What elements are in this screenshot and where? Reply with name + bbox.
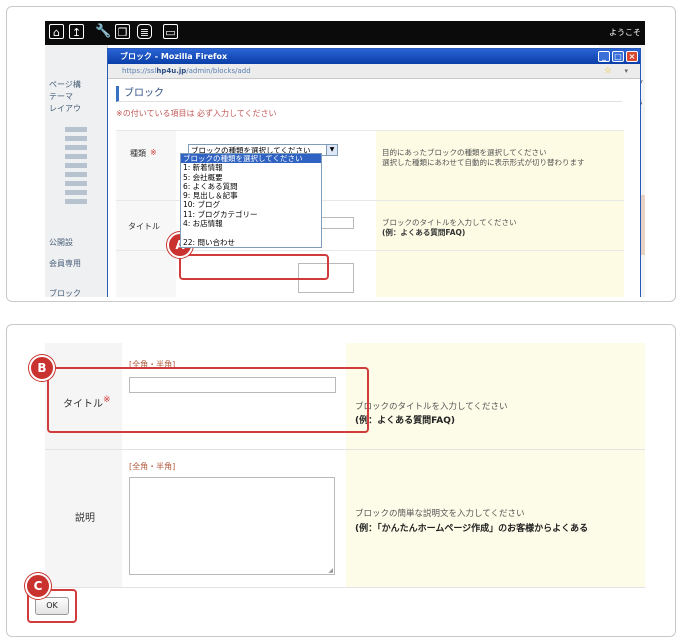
left-nav-item[interactable]: ページ構: [49, 79, 81, 90]
url-prefix: https://ssl: [122, 67, 157, 75]
kind-dropdown-list[interactable]: ブロックの種類を選択してください 1: 新着情報 5: 会社概要 6: よくある…: [180, 153, 322, 248]
kind-label: 種類: [130, 149, 146, 158]
url-domain: hp4u.jp: [156, 67, 187, 75]
dropdown-option[interactable]: 5: 会社概要: [181, 173, 321, 182]
desc-label: 説明: [75, 513, 95, 524]
screenshot-panel-bottom: [全角・半角] タイトル ※ ブロックのタイトルを入力してください (例：よくあ…: [6, 324, 676, 637]
left-nav-item[interactable]: テーマ: [49, 91, 73, 102]
dropdown-option[interactable]: 10: ブログ: [181, 200, 321, 209]
dropdown-option[interactable]: 4: お店情報: [181, 219, 321, 228]
window-title-text: ブロック - Mozilla Firefox: [120, 52, 228, 61]
pages-icon[interactable]: ❐: [115, 24, 130, 39]
welcome-text: ようこそ: [609, 28, 641, 37]
next-label-cell: [116, 251, 176, 297]
hint-column: [346, 343, 645, 588]
kind-hint: 目的にあったブロックの種類を選択してください 選択した種類にあわせて自動的に表示…: [376, 131, 624, 201]
star-icon[interactable]: ☆: [604, 64, 612, 79]
upload-icon[interactable]: ↥: [69, 24, 84, 39]
minimize-icon[interactable]: _: [598, 51, 610, 62]
title-hint-line1: ブロックのタイトルを入力してください: [355, 402, 508, 412]
url-path: /admin/blocks/add: [186, 67, 251, 75]
maximize-icon[interactable]: □: [612, 51, 624, 62]
required-note: ※の付いている項目は 必ず入力してください: [116, 109, 277, 118]
admin-left-nav: ページ構 テーマ レイアウ 公開設 会員専用 ブロック: [45, 45, 108, 297]
menu-icon[interactable]: ▾: [624, 64, 628, 79]
monitor-icon[interactable]: ▭: [163, 24, 178, 39]
row-divider: [45, 587, 645, 588]
window-title: ブロック - Mozilla Firefox _ □ ×: [108, 49, 640, 64]
close-icon[interactable]: ×: [626, 51, 638, 62]
title-hint-line2: (例：よくある質問FAQ): [355, 416, 455, 426]
dropdown-option[interactable]: 1: 新着情報: [181, 163, 321, 172]
dropdown-option[interactable]: 6: よくある質問: [181, 182, 321, 191]
cms-admin-screenshot: ⌂ ↥ 🔧 ❐ ≣ ▭ ようこそ ページ構 テーマ レイアウ 公開設 会員専用 …: [45, 21, 645, 297]
highlight-box-a: [179, 254, 329, 280]
desc-hint-line1: ブロックの簡単な説明文を入力してください: [355, 509, 525, 519]
left-nav-item[interactable]: レイアウ: [49, 103, 81, 114]
marker-b: B: [29, 355, 55, 381]
screenshot-panel-top: ⌂ ↥ 🔧 ❐ ≣ ▭ ようこそ ページ構 テーマ レイアウ 公開設 会員専用 …: [6, 6, 676, 302]
highlight-box-b: [47, 367, 369, 433]
kind-label-cell: 種類 ※: [116, 131, 176, 201]
desc-textarea[interactable]: ◢: [129, 477, 335, 575]
desc-hint-line2: (例：「かんたんホームページ作成」のお客様からよくある: [355, 524, 589, 534]
page-title: ブロック: [116, 86, 622, 102]
dropdown-option[interactable]: 22: 問い合わせ: [181, 238, 321, 247]
left-nav-item[interactable]: 会員専用: [49, 258, 81, 269]
dropdown-option[interactable]: [181, 228, 321, 237]
wrench-icon[interactable]: 🔧: [95, 24, 111, 39]
title-hint-line2: (例：よくある質問FAQ): [382, 228, 466, 237]
home-icon[interactable]: ⌂: [49, 24, 64, 39]
chevron-down-icon[interactable]: ▼: [326, 145, 337, 155]
desc-width-note: [全角・半角]: [129, 462, 176, 471]
dropdown-option[interactable]: ブロックの種類を選択してください: [181, 154, 321, 164]
kind-hint-line2: 選択した種類にあわせて自動的に表示形式が切り替わります: [382, 158, 585, 167]
title-label: タイトル: [128, 222, 160, 231]
resize-handle-icon[interactable]: ◢: [328, 567, 333, 574]
left-nav-item[interactable]: 公開設: [49, 237, 73, 248]
document-icon[interactable]: ≣: [137, 24, 152, 39]
dropdown-option[interactable]: 11: ブログカテゴリー: [181, 210, 321, 219]
next-hint: [376, 251, 624, 297]
marker-c: C: [25, 573, 51, 599]
admin-toolbar: ⌂ ↥ 🔧 ❐ ≣ ▭ ようこそ: [45, 21, 645, 45]
address-bar[interactable]: https://sslhp4u.jp/admin/blocks/add ☆ ▾: [108, 64, 640, 79]
title-hint: ブロックのタイトルを入力してください (例：よくある質問FAQ): [376, 201, 624, 251]
row-divider: [45, 449, 645, 450]
layout-thumbnail: [65, 127, 87, 207]
left-nav-item[interactable]: ブロック: [49, 288, 81, 297]
required-mark: ※: [150, 148, 157, 157]
